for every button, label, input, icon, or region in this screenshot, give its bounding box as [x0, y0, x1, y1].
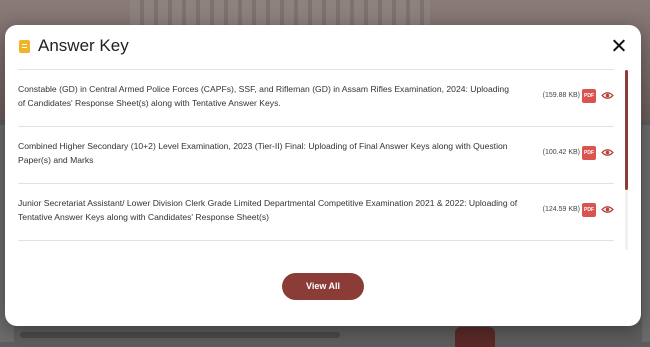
file-size: (100.42 KB)	[542, 149, 580, 156]
list-item: Junior Secretariat Assistant/ Lower Divi…	[18, 184, 614, 241]
modal-title: Answer Key	[38, 36, 129, 55]
list-item: Combined Higher Secondary (10+2) Level E…	[18, 127, 614, 184]
answer-key-modal: Answer Key Constable (GD) in Central Arm…	[5, 25, 641, 326]
background-right-panel	[642, 125, 650, 342]
file-size: (124.59 KB)	[542, 206, 580, 213]
pdf-icon[interactable]: PDF	[582, 89, 596, 103]
background-button	[455, 327, 495, 347]
view-all-button[interactable]: View All	[282, 273, 364, 300]
pdf-icon[interactable]: PDF	[582, 146, 596, 160]
eye-icon[interactable]	[601, 205, 614, 214]
eye-icon[interactable]	[601, 148, 614, 157]
pdf-icon[interactable]: PDF	[582, 203, 596, 217]
document-icon	[19, 40, 30, 53]
eye-icon[interactable]	[601, 91, 614, 100]
item-title[interactable]: Combined Higher Secondary (10+2) Level E…	[18, 139, 518, 167]
close-icon[interactable]	[610, 37, 628, 55]
modal-header: Answer Key	[5, 25, 641, 70]
answer-key-list: Constable (GD) in Central Armed Police F…	[18, 69, 614, 256]
background-text	[20, 332, 340, 338]
item-title[interactable]: Constable (GD) in Central Armed Police F…	[18, 82, 518, 110]
list-item: Constable (GD) in Central Armed Police F…	[18, 70, 614, 127]
file-size: (159.88 KB)	[542, 92, 580, 99]
scrollbar-thumb[interactable]	[625, 70, 628, 190]
item-title[interactable]: Junior Secretariat Assistant/ Lower Divi…	[18, 196, 518, 224]
